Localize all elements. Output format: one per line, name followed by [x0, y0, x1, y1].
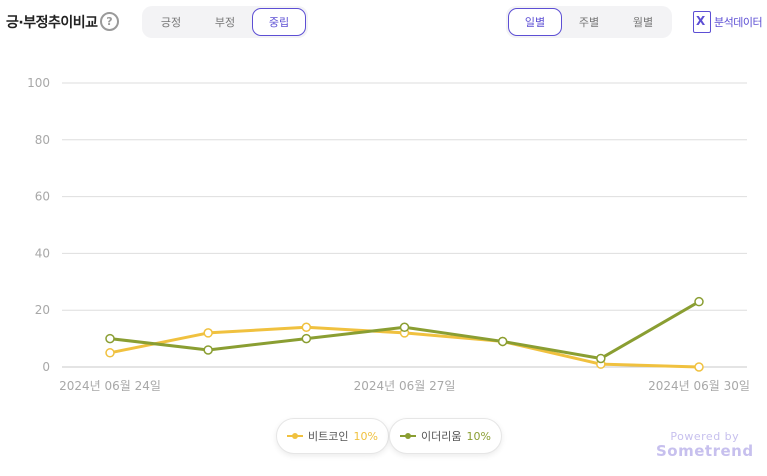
data-point	[399, 322, 410, 332]
data-point	[301, 322, 312, 332]
data-point	[596, 353, 606, 364]
x-tick-label: 2024년 06월 27일	[354, 379, 456, 393]
tab-positive[interactable]: 긍정	[144, 8, 198, 36]
legend-item-ethereum[interactable]: 이더리움 10%	[389, 418, 502, 454]
data-point	[105, 333, 115, 344]
data-point	[203, 345, 213, 355]
data-point	[694, 362, 704, 372]
y-tick-label: 100	[27, 76, 50, 90]
legend-marker-bitcoin	[287, 432, 303, 440]
y-tick-label: 60	[35, 190, 50, 204]
y-tick-label: 40	[35, 246, 50, 260]
tab-monthly[interactable]: 월별	[616, 8, 670, 36]
tab-negative[interactable]: 부정	[198, 8, 252, 36]
tab-weekly[interactable]: 주별	[562, 8, 616, 36]
export-data-button[interactable]: X 분석데이터	[693, 11, 763, 33]
legend-item-bitcoin[interactable]: 비트코인 10%	[276, 418, 389, 454]
page-title: 긍·부정추이비교	[6, 15, 98, 31]
legend-marker-ethereum	[400, 432, 416, 440]
tab-daily[interactable]: 일별	[508, 8, 562, 36]
y-axis-ticks: 0 20 40 60 80 100	[27, 76, 50, 374]
y-tick-label: 80	[35, 133, 50, 147]
legend-pct-bitcoin: 10%	[353, 429, 378, 443]
x-axis-ticks: 2024년 06월 24일 2024년 06월 27일 2024년 06월 30일	[59, 379, 750, 393]
line-chart: 020406080100 2024년 06월 24일 2024년 06월 27일 2…	[27, 76, 750, 393]
help-icon[interactable]: ?	[100, 12, 119, 31]
legend-pct-ethereum: 10%	[466, 429, 491, 443]
series-layer	[105, 296, 704, 372]
data-point	[301, 333, 312, 344]
powered-by-logo: Powered by Sometrend	[656, 430, 754, 460]
export-data-label: 분석데이터	[714, 16, 763, 29]
period-tabs: 일별 주별 월별	[506, 6, 672, 38]
y-tick-label: 0	[42, 360, 50, 374]
x-tick-label: 2024년 06월 24일	[59, 379, 161, 393]
data-point	[203, 328, 213, 338]
tab-neutral[interactable]: 중립	[252, 8, 306, 36]
sentiment-tabs: 긍정 부정 중립	[142, 6, 308, 38]
data-point	[105, 348, 115, 358]
data-point	[497, 336, 508, 347]
legend-label-ethereum: 이더리움	[421, 430, 462, 443]
legend-label-bitcoin: 비트코인	[308, 430, 349, 443]
x-tick-label: 2024년 06월 30일	[648, 379, 750, 393]
series-1	[105, 296, 704, 364]
excel-icon: X	[693, 11, 711, 33]
data-point	[694, 296, 704, 307]
y-tick-label: 20	[35, 303, 50, 317]
